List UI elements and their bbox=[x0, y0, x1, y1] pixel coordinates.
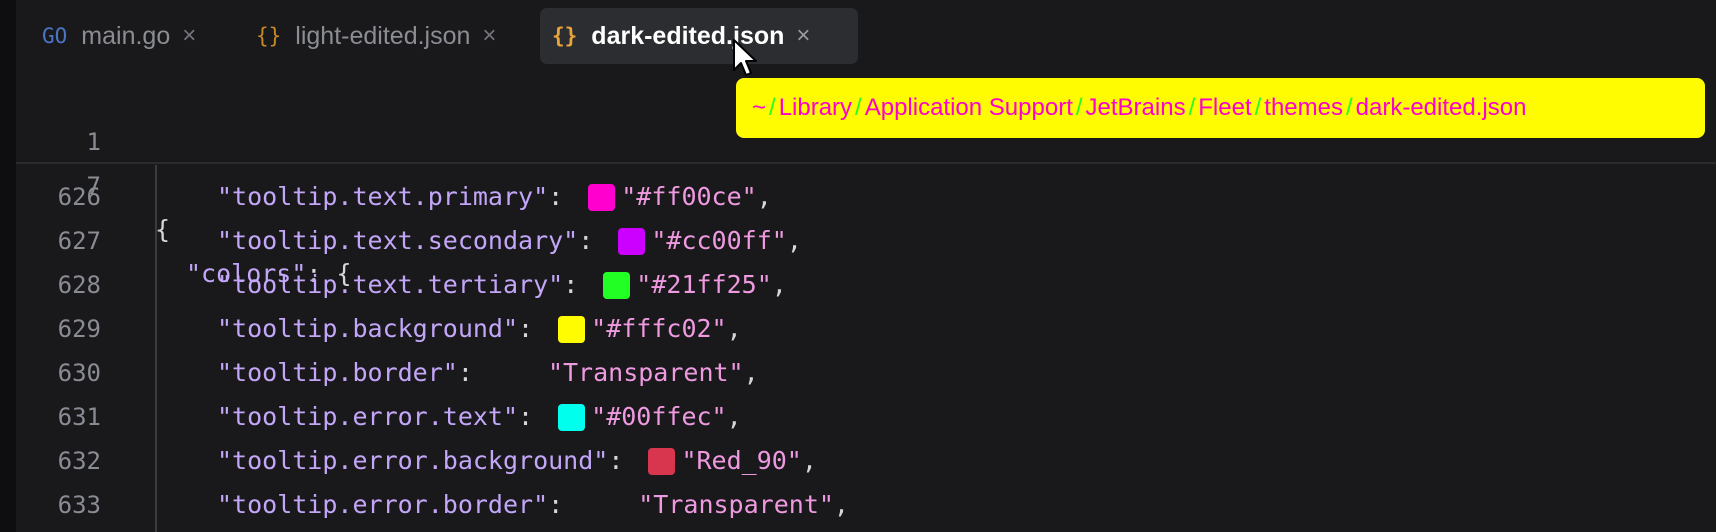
line-number: 630 bbox=[57, 359, 101, 387]
json-key: "tooltip.error.text" bbox=[217, 402, 519, 431]
go-file-icon: GO bbox=[42, 24, 68, 48]
line-number: 632 bbox=[57, 447, 101, 475]
color-swatch[interactable] bbox=[603, 271, 631, 299]
line-number: 631 bbox=[57, 403, 101, 431]
code-line[interactable]: 629 "tooltip.background": "#fffc02", bbox=[16, 307, 1716, 351]
colon: : bbox=[548, 182, 579, 211]
json-value: "#21ff25" bbox=[636, 270, 772, 299]
code-text: "tooltip.error.border": "Transparent", bbox=[217, 483, 849, 527]
color-swatch[interactable] bbox=[648, 447, 676, 475]
path-separator: / bbox=[1075, 94, 1083, 121]
colon: : bbox=[608, 446, 639, 475]
code-line[interactable]: 627 "tooltip.text.secondary": "#cc00ff", bbox=[16, 219, 1716, 263]
colon: : bbox=[548, 490, 579, 519]
close-icon[interactable]: × bbox=[796, 22, 810, 50]
path-separator: / bbox=[1188, 94, 1196, 121]
code-line[interactable]: 631 "tooltip.error.text": "#00ffec", bbox=[16, 395, 1716, 439]
tab-main-go[interactable]: GO main.go × bbox=[30, 8, 235, 64]
colon: : bbox=[457, 358, 488, 387]
color-swatch[interactable] bbox=[588, 183, 616, 211]
json-value: "Transparent" bbox=[638, 490, 834, 519]
json-value: "#cc00ff" bbox=[651, 226, 787, 255]
path-separator: / bbox=[769, 94, 776, 121]
sticky-divider bbox=[16, 162, 1716, 164]
colon: : bbox=[578, 226, 609, 255]
comma: , bbox=[743, 358, 759, 387]
json-key: "tooltip.text.secondary" bbox=[217, 226, 579, 255]
code-line[interactable]: 626 "tooltip.text.primary": "#ff00ce", bbox=[16, 175, 1716, 219]
tab-dark-edited-json[interactable]: {} dark-edited.json × bbox=[540, 8, 858, 64]
path-separator: / bbox=[1254, 94, 1262, 121]
comma: , bbox=[801, 446, 817, 475]
comma: , bbox=[771, 270, 787, 299]
code-line[interactable]: 633 "tooltip.error.border": "Transparent"… bbox=[16, 483, 1716, 527]
line-number: 628 bbox=[57, 271, 101, 299]
path-segment: ~ bbox=[752, 94, 767, 121]
tab-light-edited-json[interactable]: {} light-edited.json × bbox=[244, 8, 540, 64]
line-number: 627 bbox=[57, 227, 101, 255]
comma: , bbox=[833, 490, 849, 519]
comma: , bbox=[756, 182, 772, 211]
json-key: "tooltip.text.primary" bbox=[217, 182, 549, 211]
close-icon[interactable]: × bbox=[182, 22, 196, 50]
editor-window: GO main.go × {} light-edited.json × {} d… bbox=[16, 0, 1716, 532]
path-segment: themes bbox=[1264, 94, 1343, 121]
code-text: "tooltip.text.tertiary": "#21ff25", bbox=[217, 263, 787, 307]
code-line[interactable]: 628 "tooltip.text.tertiary": "#21ff25", bbox=[16, 263, 1716, 307]
code-text: "tooltip.error.background": "Red_90", bbox=[217, 439, 817, 483]
path-separator: / bbox=[855, 94, 862, 121]
line-number: 633 bbox=[57, 491, 101, 519]
json-value: "Red_90" bbox=[681, 446, 802, 475]
path-segment: Application Support bbox=[864, 94, 1073, 121]
json-value: "Transparent" bbox=[547, 358, 744, 387]
line-number: 626 bbox=[57, 183, 101, 211]
json-file-icon: {} bbox=[552, 24, 578, 48]
json-key: "tooltip.error.border" bbox=[217, 490, 549, 519]
color-swatch[interactable] bbox=[558, 403, 586, 431]
file-path-tooltip: ~ / Library / Application Support / JetBrains /… bbox=[736, 78, 1705, 138]
json-value: "#fffc02" bbox=[591, 314, 727, 343]
code-line[interactable]: 630 "tooltip.border": "Transparent", bbox=[16, 351, 1716, 395]
code-text: "tooltip.border": "Transparent", bbox=[217, 351, 759, 395]
path-segment: Fleet bbox=[1198, 94, 1252, 121]
json-key: "tooltip.text.tertiary" bbox=[217, 270, 564, 299]
mouse-pointer-icon bbox=[733, 39, 757, 76]
line-number: 629 bbox=[57, 315, 101, 343]
path-segment: Library bbox=[778, 94, 853, 121]
code-line[interactable]: 632 "tooltip.error.background": "Red_90", bbox=[16, 439, 1716, 483]
comma: , bbox=[726, 402, 742, 431]
tab-label: main.go bbox=[81, 21, 171, 50]
code-text: "tooltip.text.secondary": "#cc00ff", bbox=[217, 219, 802, 263]
close-icon[interactable]: × bbox=[482, 22, 496, 50]
json-key: "tooltip.border" bbox=[217, 358, 458, 387]
path-segment: JetBrains bbox=[1085, 94, 1186, 121]
color-swatch[interactable] bbox=[618, 227, 646, 255]
path-segment: dark-edited.json bbox=[1355, 94, 1527, 121]
tab-label: light-edited.json bbox=[295, 21, 471, 50]
color-swatch[interactable] bbox=[558, 315, 586, 343]
json-value: "#ff00ce" bbox=[621, 182, 757, 211]
comma: , bbox=[786, 226, 802, 255]
colon: : bbox=[518, 402, 549, 431]
json-value: "#00ffec" bbox=[591, 402, 727, 431]
code-text: "tooltip.error.text": "#00ffec", bbox=[217, 395, 742, 439]
json-file-icon: {} bbox=[256, 24, 282, 48]
colon: : bbox=[518, 314, 549, 343]
tab-bar: GO main.go × {} light-edited.json × {} d… bbox=[16, 0, 1716, 72]
json-key: "tooltip.background" bbox=[217, 314, 519, 343]
code-text: "tooltip.background": "#fffc02", bbox=[217, 307, 742, 351]
code-text: "tooltip.text.primary": "#ff00ce", bbox=[217, 175, 772, 219]
comma: , bbox=[726, 314, 742, 343]
colon: : bbox=[563, 270, 594, 299]
json-key: "tooltip.error.background" bbox=[217, 446, 609, 475]
path-separator: / bbox=[1345, 94, 1353, 121]
